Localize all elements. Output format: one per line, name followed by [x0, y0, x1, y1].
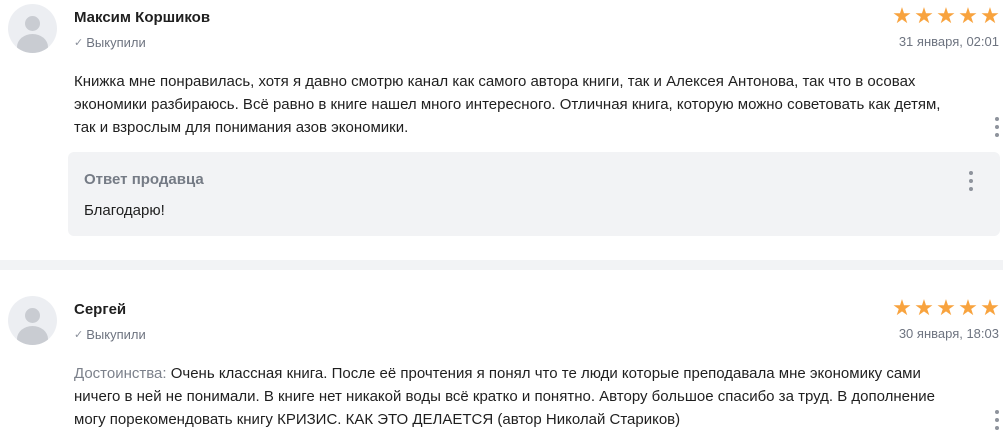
seller-reply: Ответ продавца Благодарю!: [68, 152, 1000, 236]
review-text: Достоинства: Очень классная книга. После…: [74, 362, 954, 431]
avatar[interactable]: [8, 296, 57, 345]
rating-stars: ★ ★ ★ ★ ★: [892, 295, 1000, 320]
rating-stars: ★ ★ ★ ★ ★: [892, 3, 1000, 28]
star-icon: ★: [980, 295, 1000, 320]
review-author[interactable]: Сергей: [74, 301, 126, 318]
bought-badge: ✓ Выкупили: [74, 35, 146, 50]
star-icon: ★: [980, 3, 1000, 28]
bought-badge: ✓ Выкупили: [74, 327, 146, 342]
check-icon: ✓: [74, 329, 84, 341]
avatar[interactable]: [8, 4, 57, 53]
review-card: Максим Коршиков ✓ Выкупили ★ ★ ★ ★ ★ 31 …: [0, 0, 1003, 260]
check-icon: ✓: [74, 37, 84, 49]
star-icon: ★: [958, 3, 978, 28]
avatar-body-shape: [17, 326, 48, 345]
bought-label: Выкупили: [86, 35, 146, 50]
star-icon: ★: [892, 295, 912, 320]
more-vertical-icon[interactable]: [994, 410, 1000, 430]
review-separator: [0, 260, 1003, 270]
star-icon: ★: [936, 295, 956, 320]
review-author[interactable]: Максим Коршиков: [74, 9, 210, 26]
star-icon: ★: [914, 3, 934, 28]
seller-reply-title: Ответ продавца: [84, 171, 204, 188]
more-vertical-icon[interactable]: [968, 171, 974, 191]
star-icon: ★: [892, 3, 912, 28]
review-date: 30 января, 18:03: [898, 326, 999, 341]
advantages-label: Достоинства:: [74, 365, 167, 382]
review-card: Сергей ✓ Выкупили ★ ★ ★ ★ ★ 30 января, 1…: [0, 270, 1003, 438]
avatar-head-shape: [25, 16, 40, 31]
seller-reply-text: Благодарю!: [84, 202, 165, 219]
more-vertical-icon[interactable]: [994, 117, 1000, 137]
advantages-text: Очень классная книга. После её прочтения…: [74, 365, 935, 428]
review-text: Книжка мне понравилась, хотя я давно смо…: [74, 73, 941, 136]
avatar-body-shape: [17, 34, 48, 53]
avatar-head-shape: [25, 308, 40, 323]
bought-label: Выкупили: [86, 327, 146, 342]
review-date: 31 января, 02:01: [898, 34, 999, 49]
star-icon: ★: [958, 295, 978, 320]
star-icon: ★: [914, 295, 934, 320]
star-icon: ★: [936, 3, 956, 28]
